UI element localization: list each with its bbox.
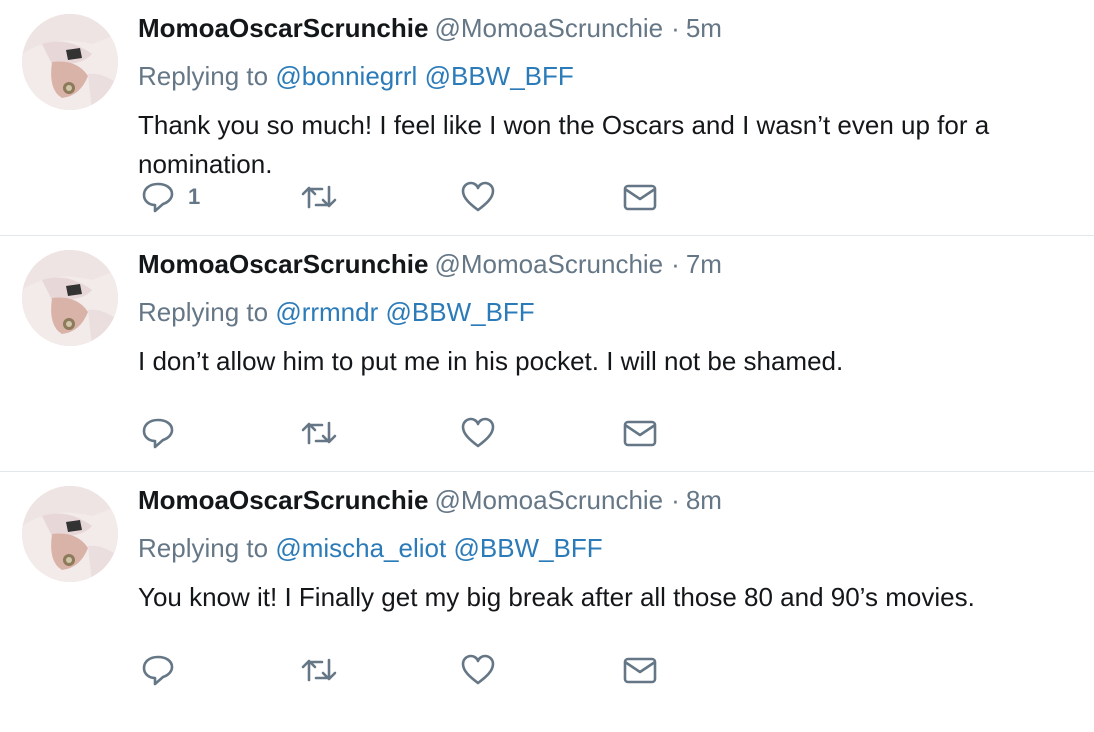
retweet-button[interactable] [300, 177, 338, 217]
tweet-content: MomoaOscarScrunchie @MomoaScrunchie · 7m Re… [138, 248, 1076, 381]
timestamp[interactable]: 8m [686, 485, 722, 515]
direct-message-icon [623, 184, 657, 211]
retweet-icon [301, 421, 337, 445]
like-icon [461, 417, 495, 448]
replying-prefix: Replying to [138, 533, 269, 563]
tweet-header: MomoaOscarScrunchie @MomoaScrunchie · 8m [138, 484, 1076, 516]
mention-link[interactable]: @rrmndr [275, 297, 378, 327]
direct-message-icon [623, 657, 657, 684]
reply-button[interactable]: 1 [140, 177, 200, 217]
mention-link[interactable]: @mischa_eliot [275, 533, 446, 563]
like-icon [461, 181, 495, 212]
reply-icon [142, 418, 174, 449]
user-handle[interactable]: @MomoaScrunchie [434, 249, 663, 279]
replying-to: Replying to @rrmndr @BBW_BFF [138, 296, 1076, 328]
separator: · [671, 249, 680, 279]
tweet-text: You know it! I Finally get my big break … [138, 582, 975, 612]
tweet[interactable]: MomoaOscarScrunchie @MomoaScrunchie · 7m Re… [0, 236, 1094, 472]
separator: · [671, 13, 680, 43]
retweet-icon [301, 658, 337, 682]
mention-link[interactable]: @BBW_BFF [453, 533, 602, 563]
tweet-actions: 1 [140, 177, 700, 217]
tweet-header: MomoaOscarScrunchie @MomoaScrunchie · 5m [138, 12, 1076, 44]
direct-message-icon [623, 420, 657, 447]
mention-link[interactable]: @BBW_BFF [386, 297, 535, 327]
avatar[interactable] [22, 486, 118, 582]
display-name[interactable]: MomoaOscarScrunchie [138, 249, 428, 279]
reply-count: 1 [188, 184, 201, 209]
timestamp[interactable]: 7m [686, 249, 722, 279]
user-handle[interactable]: @MomoaScrunchie [434, 485, 663, 515]
retweet-icon [301, 185, 337, 209]
tweet-text: I don’t allow him to put me in his pocke… [138, 346, 844, 376]
retweet-button[interactable] [300, 650, 338, 690]
like-button[interactable] [460, 650, 496, 690]
display-name[interactable]: MomoaOscarScrunchie [138, 485, 428, 515]
display-name[interactable]: MomoaOscarScrunchie [138, 13, 428, 43]
mention-link[interactable]: @bonniegrrl [275, 61, 417, 91]
reply-button[interactable] [140, 650, 188, 690]
tweet-text: Thank you so much! I feel like I won the… [138, 110, 990, 179]
retweet-button[interactable] [300, 413, 338, 453]
direct-message-button[interactable] [622, 413, 658, 453]
direct-message-button[interactable] [622, 177, 658, 217]
replying-prefix: Replying to [138, 297, 269, 327]
like-button[interactable] [460, 413, 496, 453]
avatar[interactable] [22, 14, 118, 110]
replying-to: Replying to @mischa_eliot @BBW_BFF [138, 532, 1076, 564]
like-icon [461, 654, 495, 685]
replying-prefix: Replying to [138, 61, 269, 91]
reply-icon [142, 655, 174, 686]
tweet-actions [140, 413, 700, 453]
user-handle[interactable]: @MomoaScrunchie [434, 13, 663, 43]
replying-to: Replying to @bonniegrrl @BBW_BFF [138, 60, 1076, 92]
reply-icon [142, 182, 174, 213]
tweet-header: MomoaOscarScrunchie @MomoaScrunchie · 7m [138, 248, 1076, 280]
direct-message-button[interactable] [622, 650, 658, 690]
mention-link[interactable]: @BBW_BFF [425, 61, 574, 91]
like-button[interactable] [460, 177, 496, 217]
reply-button[interactable] [140, 413, 188, 453]
timestamp[interactable]: 5m [686, 13, 722, 43]
tweet-content: MomoaOscarScrunchie @MomoaScrunchie · 8m Re… [138, 484, 1076, 617]
tweet[interactable]: MomoaOscarScrunchie @MomoaScrunchie · 8m Re… [0, 472, 1094, 708]
tweet-content: MomoaOscarScrunchie @MomoaScrunchie · 5m Re… [138, 12, 1076, 184]
avatar[interactable] [22, 250, 118, 346]
tweet[interactable]: MomoaOscarScrunchie @MomoaScrunchie · 5m Re… [0, 0, 1094, 236]
tweet-actions [140, 650, 700, 690]
separator: · [671, 485, 680, 515]
